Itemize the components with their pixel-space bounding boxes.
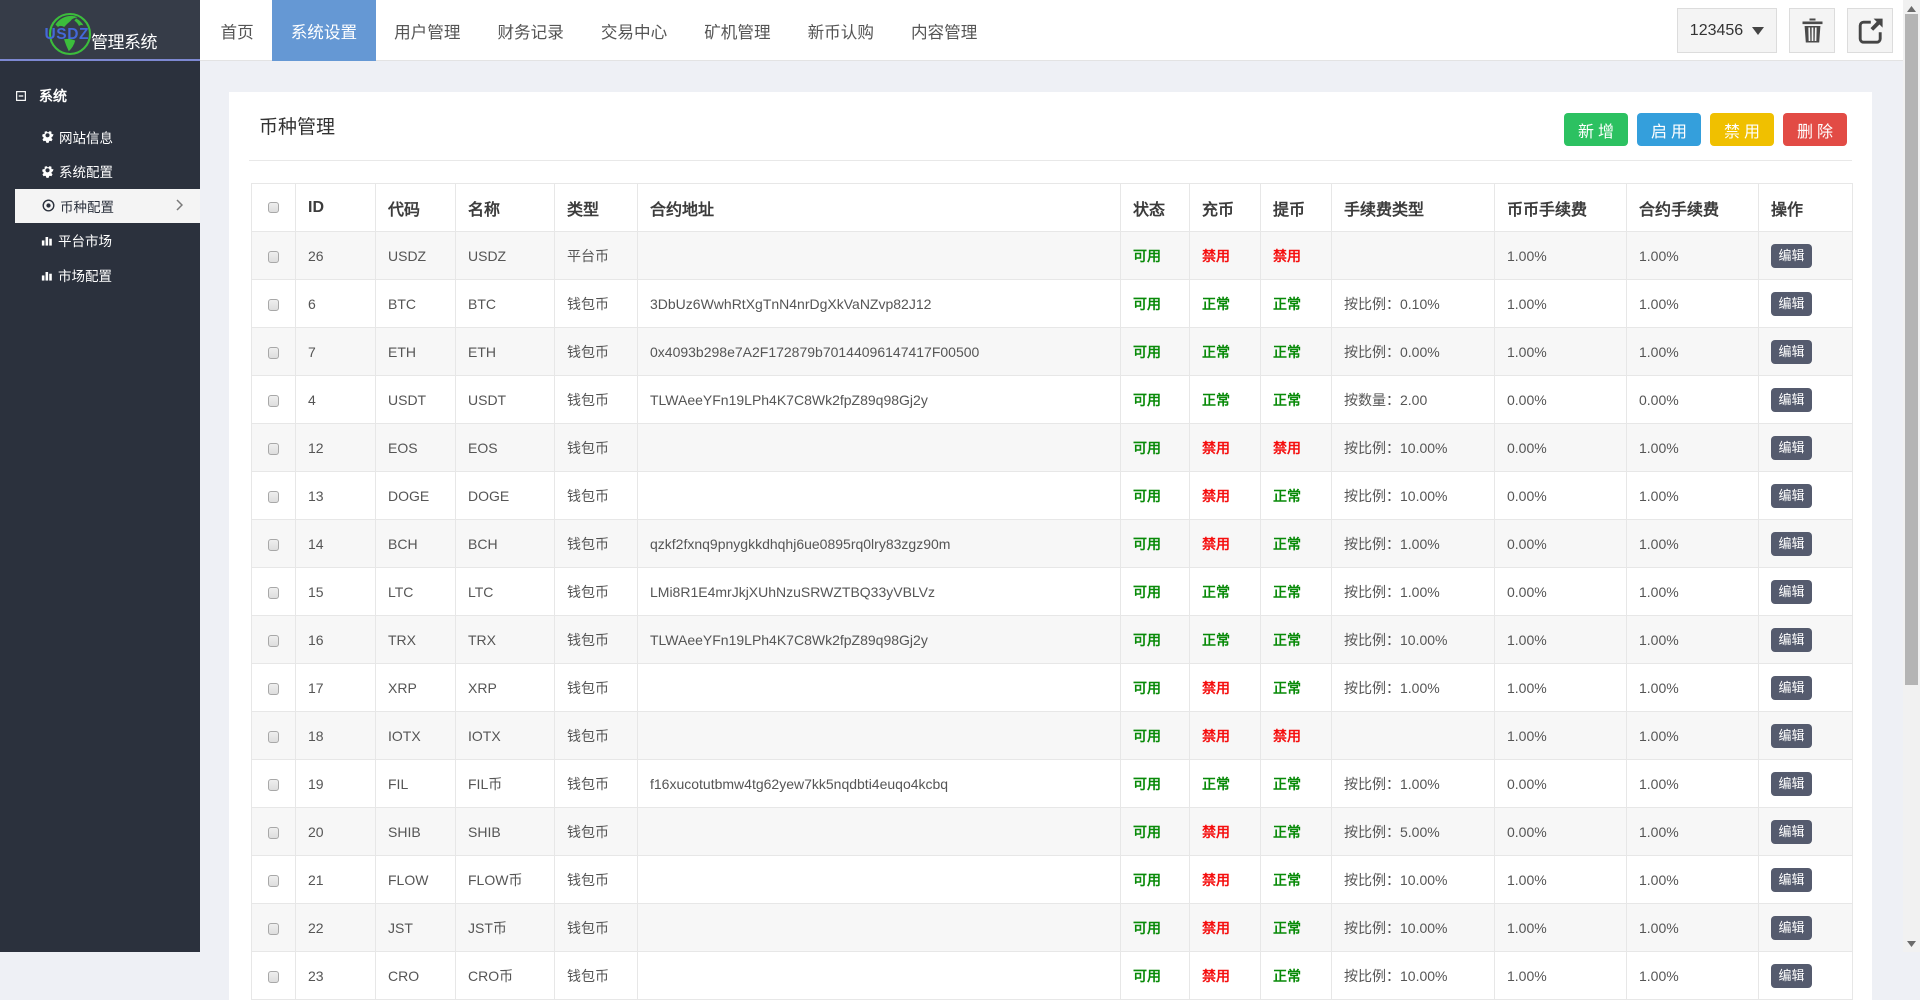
svg-text:USDZ: USDZ	[45, 26, 90, 43]
